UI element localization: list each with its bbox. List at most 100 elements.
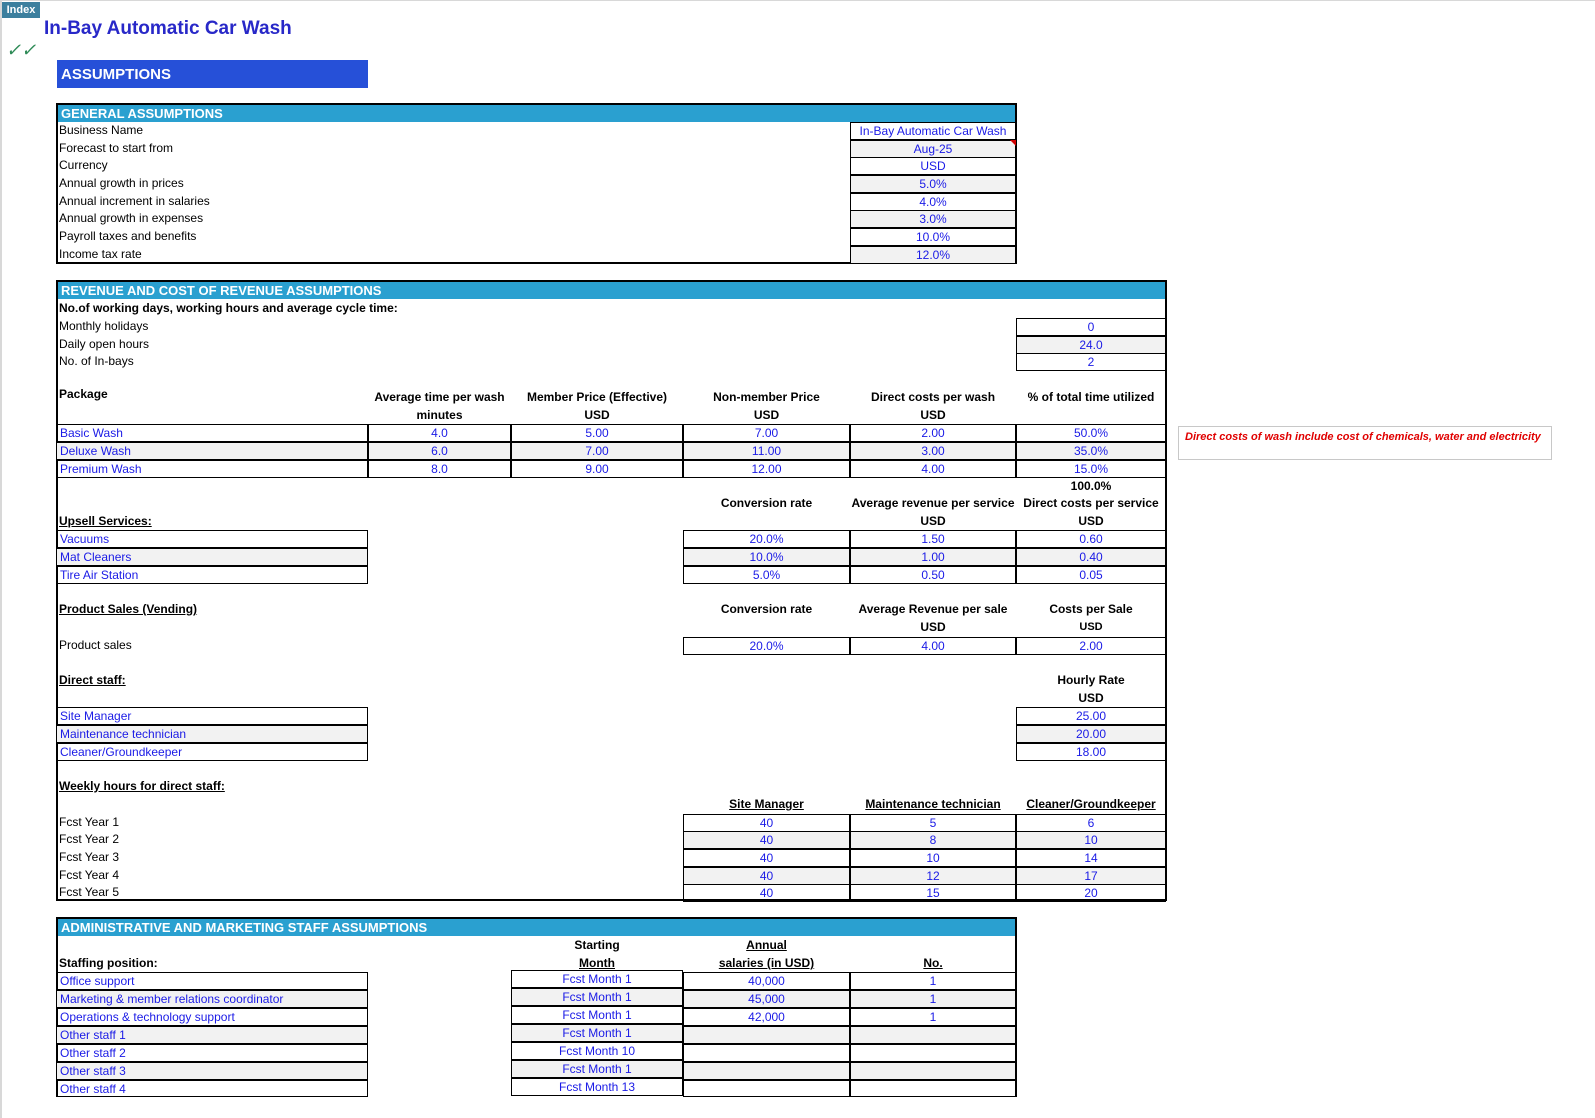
- admin-position-cell[interactable]: Other staff 4: [56, 1080, 368, 1097]
- staff-name-site-manager[interactable]: Site Manager: [56, 707, 368, 725]
- weekly-hours-cell[interactable]: 40: [683, 849, 850, 867]
- product-conversion-input[interactable]: 20.0%: [683, 637, 850, 655]
- package-name-basic[interactable]: Basic Wash: [56, 424, 368, 442]
- weekly-hours-cell[interactable]: 10: [1016, 831, 1166, 849]
- admin-salary-cell[interactable]: [683, 1062, 850, 1080]
- admin-start-cell[interactable]: Fcst Month 1: [511, 1006, 683, 1024]
- admin-count-cell[interactable]: 1: [850, 972, 1016, 990]
- upsell-cost-cell[interactable]: 0.40: [1016, 548, 1166, 566]
- admin-count-cell[interactable]: [850, 1044, 1016, 1062]
- admin-count-cell[interactable]: [850, 1062, 1016, 1080]
- admin-salary-cell[interactable]: [683, 1026, 850, 1044]
- upsell-revenue-cell[interactable]: 0.50: [850, 566, 1016, 584]
- upsell-conversion-cell[interactable]: 5.0%: [683, 566, 850, 584]
- weekly-hours-cell[interactable]: 6: [1016, 814, 1166, 832]
- admin-start-cell[interactable]: Fcst Month 1: [511, 1024, 683, 1042]
- admin-salary-cell[interactable]: 42,000: [683, 1008, 850, 1026]
- package-time-cell[interactable]: 8.0: [368, 460, 511, 478]
- col-header-site-manager: Site Manager: [729, 797, 804, 811]
- upsell-revenue-cell[interactable]: 1.00: [850, 548, 1016, 566]
- package-member-cell[interactable]: 9.00: [511, 460, 683, 478]
- currency-input[interactable]: USD: [850, 157, 1016, 175]
- package-member-cell[interactable]: 7.00: [511, 442, 683, 460]
- admin-position-cell[interactable]: Other staff 3: [56, 1062, 368, 1080]
- admin-salary-cell[interactable]: [683, 1044, 850, 1062]
- package-cost-cell[interactable]: 2.00: [850, 424, 1016, 442]
- admin-position-cell[interactable]: Office support: [56, 972, 368, 990]
- admin-count-cell[interactable]: 1: [850, 990, 1016, 1008]
- price-growth-input[interactable]: 5.0%: [850, 175, 1016, 193]
- comment-indicator[interactable]: [1010, 140, 1016, 146]
- weekly-hours-cell[interactable]: 40: [683, 867, 850, 885]
- weekly-hours-cell[interactable]: 40: [683, 884, 850, 902]
- staff-name-cleaner[interactable]: Cleaner/Groundkeeper: [56, 743, 368, 761]
- income-tax-input[interactable]: 12.0%: [850, 246, 1016, 264]
- weekly-hours-cell[interactable]: 8: [850, 831, 1016, 849]
- package-pct-cell[interactable]: 50.0%: [1016, 424, 1166, 442]
- index-button[interactable]: Index: [2, 2, 40, 18]
- package-nonmember-cell[interactable]: 12.00: [683, 460, 850, 478]
- weekly-hours-cell[interactable]: 10: [850, 849, 1016, 867]
- salary-increment-input[interactable]: 4.0%: [850, 193, 1016, 211]
- col-header-cleaner: Cleaner/Groundkeeper: [1026, 797, 1156, 811]
- general-label: Annual increment in salaries: [59, 194, 210, 208]
- admin-count-cell[interactable]: [850, 1026, 1016, 1044]
- hourly-rate-cell[interactable]: 20.00: [1016, 725, 1166, 743]
- admin-position-cell[interactable]: Marketing & member relations coordinator: [56, 990, 368, 1008]
- weekly-hours-cell[interactable]: 5: [850, 814, 1016, 832]
- product-cost-input[interactable]: 2.00: [1016, 637, 1166, 655]
- payroll-taxes-input[interactable]: 10.0%: [850, 228, 1016, 246]
- package-time-cell[interactable]: 6.0: [368, 442, 511, 460]
- package-pct-cell[interactable]: 35.0%: [1016, 442, 1166, 460]
- weekly-hours-cell[interactable]: 40: [683, 831, 850, 849]
- admin-position-cell[interactable]: Other staff 2: [56, 1044, 368, 1062]
- admin-start-cell[interactable]: Fcst Month 1: [511, 1060, 683, 1078]
- weekly-hours-cell[interactable]: 14: [1016, 849, 1166, 867]
- upsell-cost-cell[interactable]: 0.60: [1016, 530, 1166, 548]
- admin-salary-cell[interactable]: [683, 1080, 850, 1097]
- admin-count-cell[interactable]: [850, 1080, 1016, 1097]
- daily-open-hours-input[interactable]: 24.0: [1016, 336, 1166, 354]
- hourly-rate-cell[interactable]: 18.00: [1016, 743, 1166, 761]
- business-name-input[interactable]: In-Bay Automatic Car Wash: [850, 122, 1016, 140]
- upsell-conversion-cell[interactable]: 20.0%: [683, 530, 850, 548]
- package-cost-cell[interactable]: 4.00: [850, 460, 1016, 478]
- col-header-direct-costs: Direct costs per wash: [870, 390, 996, 404]
- package-nonmember-cell[interactable]: 7.00: [683, 424, 850, 442]
- admin-start-cell[interactable]: Fcst Month 1: [511, 988, 683, 1006]
- admin-start-cell[interactable]: Fcst Month 13: [511, 1078, 683, 1096]
- in-bays-input[interactable]: 2: [1016, 353, 1166, 371]
- forecast-start-input[interactable]: Aug-25: [850, 140, 1016, 158]
- hourly-rate-cell[interactable]: 25.00: [1016, 707, 1166, 725]
- upsell-name-vacuums[interactable]: Vacuums: [56, 530, 368, 548]
- upsell-name-tire-air[interactable]: Tire Air Station: [56, 566, 368, 584]
- weekly-hours-cell[interactable]: 12: [850, 867, 1016, 885]
- weekly-hours-label: Weekly hours for direct staff:: [59, 779, 225, 793]
- staff-name-maintenance[interactable]: Maintenance technician: [56, 725, 368, 743]
- admin-salary-cell[interactable]: 40,000: [683, 972, 850, 990]
- upsell-name-mat-cleaners[interactable]: Mat Cleaners: [56, 548, 368, 566]
- upsell-cost-cell[interactable]: 0.05: [1016, 566, 1166, 584]
- package-cost-cell[interactable]: 3.00: [850, 442, 1016, 460]
- weekly-hours-cell[interactable]: 20: [1016, 884, 1166, 902]
- admin-start-cell[interactable]: Fcst Month 1: [511, 970, 683, 988]
- package-time-cell[interactable]: 4.0: [368, 424, 511, 442]
- package-name-premium[interactable]: Premium Wash: [56, 460, 368, 478]
- admin-salary-cell[interactable]: 45,000: [683, 990, 850, 1008]
- admin-start-cell[interactable]: Fcst Month 10: [511, 1042, 683, 1060]
- upsell-revenue-cell[interactable]: 1.50: [850, 530, 1016, 548]
- package-member-cell[interactable]: 5.00: [511, 424, 683, 442]
- weekly-hours-cell[interactable]: 40: [683, 814, 850, 832]
- admin-count-cell[interactable]: 1: [850, 1008, 1016, 1026]
- monthly-holidays-input[interactable]: 0: [1016, 318, 1166, 336]
- upsell-conversion-cell[interactable]: 10.0%: [683, 548, 850, 566]
- admin-position-cell[interactable]: Other staff 1: [56, 1026, 368, 1044]
- package-name-deluxe[interactable]: Deluxe Wash: [56, 442, 368, 460]
- admin-position-cell[interactable]: Operations & technology support: [56, 1008, 368, 1026]
- expense-growth-input[interactable]: 3.0%: [850, 210, 1016, 228]
- package-pct-cell[interactable]: 15.0%: [1016, 460, 1166, 478]
- weekly-hours-cell[interactable]: 15: [850, 884, 1016, 902]
- package-nonmember-cell[interactable]: 11.00: [683, 442, 850, 460]
- product-revenue-input[interactable]: 4.00: [850, 637, 1016, 655]
- weekly-hours-cell[interactable]: 17: [1016, 867, 1166, 885]
